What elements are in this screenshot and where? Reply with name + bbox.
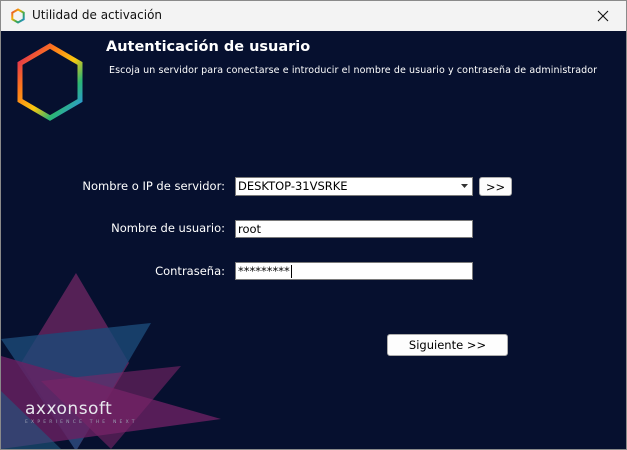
server-label: Nombre o IP de servidor: bbox=[82, 179, 225, 193]
password-field[interactable]: ********* bbox=[235, 262, 473, 280]
username-label: Nombre de usuario: bbox=[111, 221, 225, 235]
brand-name: axxonsoft bbox=[25, 399, 113, 419]
close-icon bbox=[597, 10, 609, 22]
dropdown-arrow-icon[interactable] bbox=[456, 178, 472, 194]
close-button[interactable] bbox=[580, 1, 626, 31]
dialog-subheading: Escoja un servidor para conectarse e int… bbox=[109, 65, 598, 76]
axxon-hexagon-logo bbox=[17, 43, 83, 121]
username-field[interactable]: root bbox=[235, 220, 473, 238]
dialog-heading: Autenticación de usuario bbox=[106, 39, 311, 55]
background-decoration bbox=[1, 273, 221, 449]
text-cursor bbox=[290, 265, 292, 278]
dialog-content: Autenticación de usuario Escoja un servi… bbox=[1, 31, 626, 449]
server-combobox[interactable]: DESKTOP-31VSRKE bbox=[235, 177, 473, 196]
window-title: Utilidad de activación bbox=[32, 8, 163, 22]
browse-servers-button[interactable]: >> bbox=[479, 177, 512, 196]
next-button[interactable]: Siguiente >> bbox=[387, 334, 508, 356]
brand-tagline: EXPERIENCE THE NEXT bbox=[25, 420, 138, 425]
server-value: DESKTOP-31VSRKE bbox=[238, 179, 348, 193]
password-value: ********* bbox=[238, 264, 290, 278]
password-label: Contraseña: bbox=[155, 264, 225, 278]
title-bar[interactable]: Utilidad de activación bbox=[1, 1, 626, 31]
axxonsoft-logo: axxonsoft EXPERIENCE THE NEXT bbox=[25, 399, 138, 425]
app-hexagon-icon bbox=[11, 8, 25, 24]
username-value: root bbox=[238, 222, 262, 236]
activation-window: Utilidad de activación Autenticación de … bbox=[0, 0, 627, 450]
